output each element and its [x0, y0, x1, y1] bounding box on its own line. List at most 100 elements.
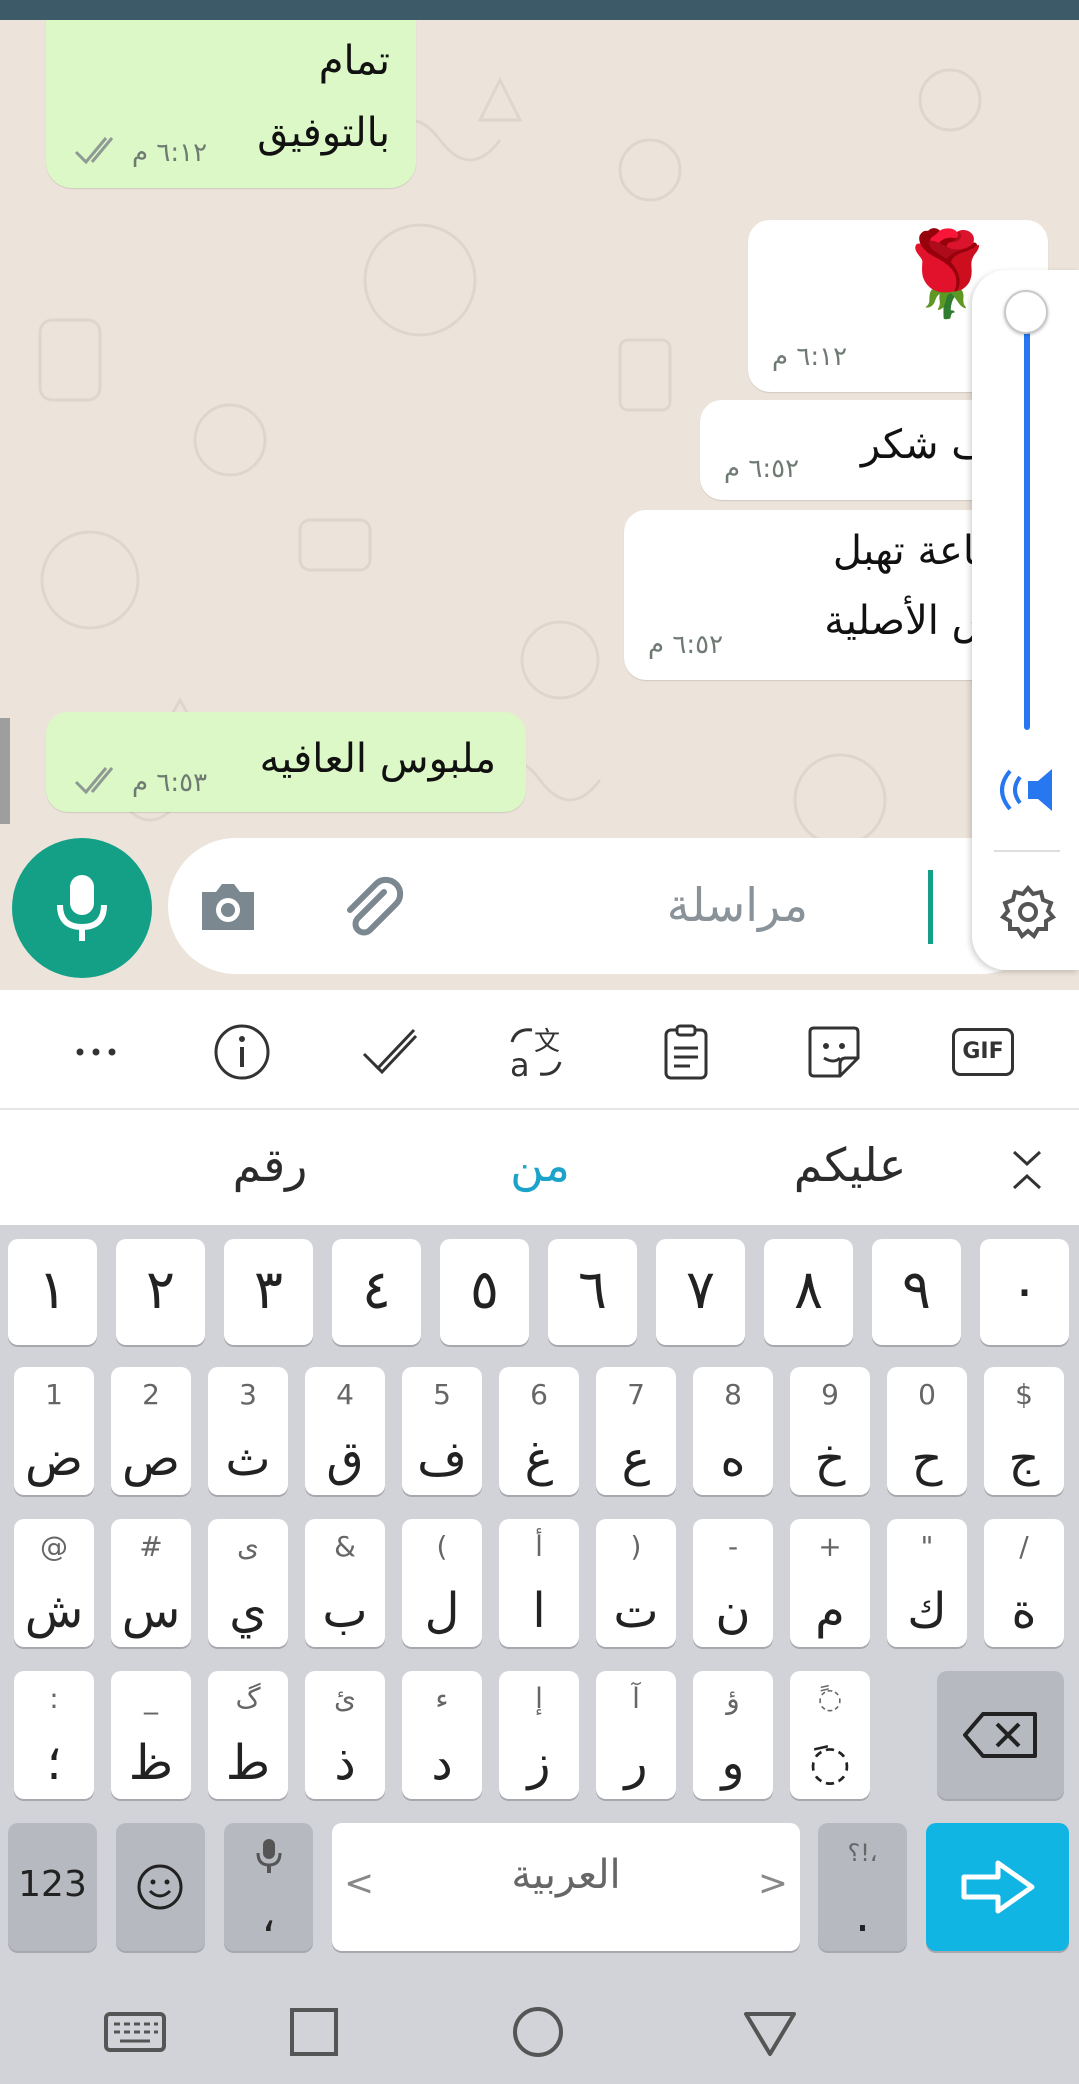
key-letter[interactable]: 3ث	[208, 1367, 288, 1495]
suggestion-item[interactable]: عليكم	[750, 1138, 950, 1192]
key-letter[interactable]: + م	[790, 1519, 870, 1647]
message-bubble[interactable]: تمام بالتوفيق ٦:١٢ م	[46, 20, 416, 188]
key-number[interactable]: ٧	[656, 1239, 745, 1345]
translate-icon[interactable]: a 文	[506, 1022, 566, 1082]
gif-icon[interactable]: GIF	[952, 1028, 1014, 1076]
check-icon[interactable]	[360, 1022, 420, 1082]
key-number[interactable]: ٢	[116, 1239, 205, 1345]
key-letter[interactable]: (ل	[402, 1519, 482, 1647]
message-bubble[interactable]: ملبوس العافيه ٦:٥٣ م	[46, 712, 526, 812]
voice-record-button[interactable]	[12, 838, 152, 978]
sticker-icon[interactable]	[804, 1022, 864, 1082]
gear-icon[interactable]	[1000, 884, 1056, 940]
keyboard-icon[interactable]	[104, 2004, 166, 2060]
camera-icon[interactable]	[198, 878, 258, 934]
key-letter[interactable]: 5ف	[402, 1367, 482, 1495]
key-letter[interactable]: ئذ	[305, 1671, 385, 1799]
key-letter[interactable]: 8ه	[693, 1367, 773, 1495]
key-letter[interactable]: " ك	[887, 1519, 967, 1647]
key-hint: 7	[627, 1378, 645, 1411]
recents-icon[interactable]	[286, 2004, 342, 2060]
key-label: ٠	[1009, 1258, 1039, 1321]
key-letter[interactable]: أا	[499, 1519, 579, 1647]
enter-arrow-icon	[961, 1860, 1035, 1914]
home-icon[interactable]	[510, 2004, 566, 2060]
key-letter[interactable]: 1ض	[14, 1367, 94, 1495]
key-hint: 0	[918, 1378, 936, 1411]
key-label: ٧	[685, 1258, 715, 1321]
key-letter[interactable]: ىي	[208, 1519, 288, 1647]
space-key[interactable]: < العربية >	[332, 1823, 800, 1951]
key-hint: 4	[336, 1378, 354, 1411]
key-letter[interactable]: 2ص	[111, 1367, 191, 1495]
key-number[interactable]: ٩	[872, 1239, 961, 1345]
voice-comma-key[interactable]: ،	[224, 1823, 313, 1951]
volume-slider-knob[interactable]	[1004, 290, 1048, 334]
key-letter[interactable]: @ ش	[14, 1519, 94, 1647]
key-number[interactable]: ٥	[440, 1239, 529, 1345]
key-letter[interactable]: -ن	[693, 1519, 773, 1647]
edge-panel-handle[interactable]	[0, 718, 10, 824]
collapse-suggestions-icon[interactable]	[1010, 1148, 1044, 1192]
suggestion-item[interactable]: من	[440, 1138, 640, 1192]
key-letter[interactable]: 0ح	[887, 1367, 967, 1495]
key-letter[interactable]: : ؛	[14, 1671, 94, 1799]
key-letter[interactable]: 7ع	[596, 1367, 676, 1495]
paperclip-icon[interactable]	[338, 874, 404, 940]
svg-text:文: 文	[534, 1027, 560, 1057]
key-letter[interactable]: & ب	[305, 1519, 385, 1647]
key-letter[interactable]: / ة	[984, 1519, 1064, 1647]
speaker-icon[interactable]	[998, 765, 1058, 815]
key-letter[interactable]: 6غ	[499, 1367, 579, 1495]
key-letter[interactable]: 4ق	[305, 1367, 385, 1495]
key-letter[interactable]: ) ت	[596, 1519, 676, 1647]
key-hint: (	[436, 1530, 448, 1563]
key-letter[interactable]: إز	[499, 1671, 579, 1799]
key-label: ك	[907, 1583, 947, 1639]
key-number[interactable]: ٤	[332, 1239, 421, 1345]
key-letter[interactable]: $ ج	[984, 1367, 1064, 1495]
suggestion-item[interactable]: رقم	[170, 1138, 370, 1192]
key-hint: ء	[435, 1682, 449, 1715]
info-icon[interactable]	[212, 1022, 272, 1082]
more-icon[interactable]	[66, 1022, 126, 1082]
period-key[interactable]: ؟!، .	[818, 1823, 907, 1951]
key-letter[interactable]: ءد	[402, 1671, 482, 1799]
key-number[interactable]: ١	[8, 1239, 97, 1345]
key-hint: :	[49, 1682, 59, 1715]
volume-panel[interactable]	[972, 270, 1079, 970]
emoji-icon	[137, 1864, 183, 1910]
space-label: العربية	[511, 1852, 621, 1898]
clipboard-icon[interactable]	[656, 1022, 716, 1082]
key-label: ة	[1011, 1583, 1037, 1639]
key-letter[interactable]: گط	[208, 1671, 288, 1799]
key-letter[interactable]: _ ظ	[111, 1671, 191, 1799]
key-letter[interactable]: ؤو	[693, 1671, 773, 1799]
keyboard-toolbar: a 文 GIF	[0, 990, 1079, 1110]
key-letter[interactable]: آر	[596, 1671, 676, 1799]
volume-slider-track[interactable]	[1024, 310, 1030, 730]
key-label: ٩	[901, 1258, 931, 1321]
key-label: ٦	[577, 1258, 607, 1321]
key-number[interactable]: ٦	[548, 1239, 637, 1345]
key-hint: ئ	[334, 1682, 356, 1715]
key-letter[interactable]: # س	[111, 1519, 191, 1647]
key-label: ق	[326, 1431, 364, 1487]
key-number[interactable]: ٣	[224, 1239, 313, 1345]
key-number[interactable]: ٠	[980, 1239, 1069, 1345]
key-letter[interactable]: ◌ً ◌َ	[790, 1671, 870, 1799]
key-hint: /	[1019, 1530, 1029, 1563]
emoji-key[interactable]	[116, 1823, 205, 1951]
enter-key[interactable]	[926, 1823, 1069, 1951]
back-icon[interactable]	[742, 2004, 798, 2060]
backspace-key[interactable]	[937, 1671, 1064, 1799]
key-hint: _	[144, 1682, 158, 1715]
message-composer[interactable]: مراسلة	[168, 838, 1048, 974]
key-hint: گ	[235, 1682, 261, 1715]
key-label: ا	[532, 1583, 546, 1639]
key-letter[interactable]: 9خ	[790, 1367, 870, 1495]
microphone-icon	[256, 1839, 282, 1873]
key-number[interactable]: ٨	[764, 1239, 853, 1345]
keyboard[interactable]: a 文 GIF رقم من عليكم ١ ٢ ٣ ٤ ٥ ٦ ٧ ٨ ٩ ٠…	[0, 990, 1079, 1978]
symbols-key[interactable]: 123	[8, 1823, 97, 1951]
